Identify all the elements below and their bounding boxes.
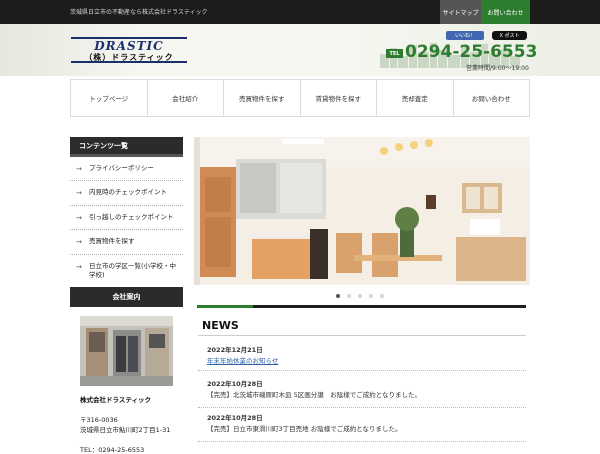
nav-item-appraisal[interactable]: 売却査定 xyxy=(376,80,453,116)
x-post-button[interactable]: X ポスト xyxy=(492,31,527,40)
logo-text-en: DRASTIC xyxy=(94,39,164,53)
slider-dot-1[interactable] xyxy=(336,294,340,298)
site-logo[interactable]: DRASTIC （株）ドラスティック xyxy=(71,37,187,63)
sidebar-item-label: 日立市の学区一覧(小学校・中学校) xyxy=(89,261,177,280)
news-divider xyxy=(198,335,526,336)
slider-progress-fill xyxy=(197,305,253,308)
site-tagline: 茨城県日立市の不動産なら株式会社ドラスティック xyxy=(70,9,208,16)
sitemap-button[interactable]: サイトマップ xyxy=(440,0,481,24)
sidebar: コンテンツ一覧 → プライバシーポリシー → 内見時のチェックポイント → 引っ越しの… xyxy=(70,137,183,289)
facebook-like-button[interactable]: いいね！ xyxy=(446,31,484,40)
slider-dot-4[interactable] xyxy=(369,294,373,298)
phone-number[interactable]: 0294-25-6553 xyxy=(405,42,537,62)
sidebar-item-label: 引っ越しのチェックポイント xyxy=(89,212,174,221)
sidebar-list: → プライバシーポリシー → 内見時のチェックポイント → 引っ越しのチェックポイント… xyxy=(70,157,183,289)
sidebar-item-label: プライバシーポリシー xyxy=(89,164,154,172)
nav-item-top[interactable]: トップページ xyxy=(71,80,147,116)
company-address: 茨城県日立市鮎川町2丁目1-31 xyxy=(80,426,171,434)
news-item: 2022年10月28日 【完売】日立市東滑川町3丁目売地 お陰様でご成約となりま… xyxy=(198,412,526,442)
sidebar-item-school-districts[interactable]: → 日立市の学区一覧(小学校・中学校) xyxy=(70,255,183,289)
sidebar-heading: コンテンツ一覧 xyxy=(70,137,183,157)
company-zip: 〒316-0036 xyxy=(80,416,118,424)
global-nav: トップページ 会社紹介 売買物件を探す 賃貸物件を探す 売却査定 お問い合わせ xyxy=(70,79,530,117)
slider-dot-2[interactable] xyxy=(347,294,351,298)
sidebar-item-viewing-checkpoints[interactable]: → 内見時のチェックポイント xyxy=(70,181,183,206)
slider-dot-5[interactable] xyxy=(380,294,384,298)
contact-button[interactable]: お問い合わせ xyxy=(481,0,530,24)
news-date: 2022年12月21日 xyxy=(207,346,263,354)
nav-item-company[interactable]: 会社紹介 xyxy=(146,80,224,116)
sidebar-item-moving-checkpoints[interactable]: → 引っ越しのチェックポイント xyxy=(70,206,183,231)
nav-item-rental-properties[interactable]: 賃貸物件を探す xyxy=(299,80,377,116)
arrow-right-icon: → xyxy=(76,262,82,271)
nav-item-sale-properties[interactable]: 売買物件を探す xyxy=(223,80,300,116)
news-item: 2022年12月21日 年末年始休業のお知らせ xyxy=(198,344,526,371)
arrow-right-icon: → xyxy=(76,165,82,173)
arrow-right-icon: → xyxy=(76,238,82,247)
news-date: 2022年10月28日 xyxy=(207,380,263,388)
company-building-photo xyxy=(80,316,173,386)
news-heading: NEWS xyxy=(202,319,239,332)
sidebar-item-privacy[interactable]: → プライバシーポリシー xyxy=(70,157,183,182)
hero-slide-image[interactable] xyxy=(194,137,530,285)
news-date: 2022年10月28日 xyxy=(207,414,263,422)
arrow-right-icon: → xyxy=(76,189,82,198)
news-link[interactable]: 年末年始休業のお知らせ xyxy=(207,355,278,365)
arrow-right-icon: → xyxy=(76,213,82,222)
news-item: 2022年10月28日 【完売】北茨城市磯原町木皿 5区画分譲 お陰様でご成約と… xyxy=(198,378,526,408)
company-tel: TEL：0294-25-6553 xyxy=(80,446,145,454)
sidebar-item-label: 売買物件を探す xyxy=(89,237,135,246)
sidebar-item-sale-properties[interactable]: → 売買物件を探す xyxy=(70,230,183,255)
company-info-heading: 会社案内 xyxy=(70,287,183,307)
logo-text-jp: （株）ドラスティック xyxy=(84,53,174,62)
slider-dot-3[interactable] xyxy=(358,294,362,298)
tel-badge: TEL xyxy=(386,49,403,58)
news-text: 【完売】北茨城市磯原町木皿 5区画分譲 お陰様でご成約となりました。 xyxy=(207,391,422,399)
nav-item-contact[interactable]: お問い合わせ xyxy=(452,80,530,116)
company-name: 株式会社ドラスティック xyxy=(80,396,151,404)
slider-pagination xyxy=(336,294,384,298)
business-hours: 営業時間/9:00〜19:00 xyxy=(466,65,529,72)
news-text: 【完売】日立市東滑川町3丁目売地 お陰様でご成約となりました。 xyxy=(207,425,402,433)
sidebar-item-label: 内見時のチェックポイント xyxy=(89,188,167,197)
